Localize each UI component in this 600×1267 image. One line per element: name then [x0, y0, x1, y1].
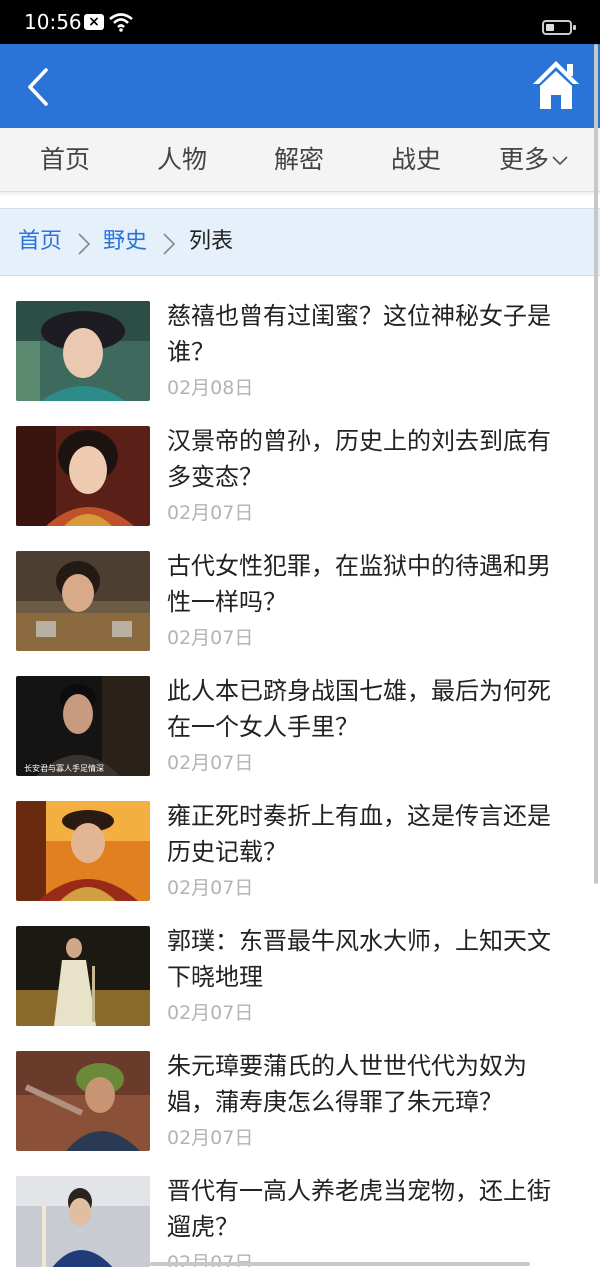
article-thumbnail — [16, 301, 150, 401]
article-title: 此人本已跻身战国七雄，最后为何死在一个女人手里？ — [167, 677, 551, 741]
list-item[interactable]: 朱元璋要蒲氏的人世世代代为奴为娼，蒲寿庚怎么得罪了朱元璋？ 02月07日 — [0, 1026, 600, 1151]
article-title: 古代女性犯罪，在监狱中的待遇和男性一样吗？ — [167, 552, 551, 616]
breadcrumb-home[interactable]: 首页 — [18, 226, 62, 258]
list-item[interactable]: 长安君与寡人手足情深 此人本已跻身战国七雄，最后为何死在一个女人手里？ 02月0… — [0, 651, 600, 776]
article-thumbnail — [16, 801, 150, 901]
home-icon[interactable] — [530, 58, 582, 112]
breadcrumb: 首页 野史 列表 — [0, 208, 600, 276]
article-title: 雍正死时奏折上有血，这是传言还是历史记载？ — [167, 802, 551, 866]
article-thumbnail — [16, 551, 150, 651]
chevron-left-icon[interactable] — [22, 66, 54, 108]
tab-war-history[interactable]: 战史 — [391, 142, 441, 178]
article-thumbnail — [16, 926, 150, 1026]
article-thumbnail — [16, 426, 150, 526]
list-item[interactable]: 慈禧也曾有过闺蜜？这位神秘女子是谁？ 02月08日 — [0, 276, 600, 401]
chevron-right-icon — [78, 233, 91, 255]
article-list: 慈禧也曾有过闺蜜？这位神秘女子是谁？ 02月08日 汉景帝的曾孙，历史上的刘去到… — [0, 276, 600, 1267]
article-date: 02月07日 — [167, 1002, 254, 1024]
article-thumbnail — [16, 1051, 150, 1151]
article-title: 晋代有一高人养老虎当宠物，还上街遛虎？ — [167, 1177, 551, 1241]
chevron-down-icon — [552, 156, 568, 166]
article-title: 慈禧也曾有过闺蜜？这位神秘女子是谁？ — [167, 302, 551, 366]
article-date: 02月07日 — [167, 1127, 254, 1149]
tab-secrets[interactable]: 解密 — [274, 142, 324, 178]
horizontal-scrollbar[interactable] — [150, 1262, 530, 1266]
article-date: 02月08日 — [167, 377, 254, 399]
tab-more-label: 更多 — [499, 145, 550, 174]
nav-tabs: 首页 人物 解密 战史 更多 — [0, 128, 600, 192]
thumbnail-caption: 长安君与寡人手足情深 — [24, 763, 104, 773]
status-bar: 10:56 × — [0, 0, 600, 44]
article-title: 郭璞：东晋最牛风水大师，上知天文下晓地理 — [167, 927, 551, 991]
list-item[interactable]: 汉景帝的曾孙，历史上的刘去到底有多变态？ 02月07日 — [0, 401, 600, 526]
x-box-icon: × — [84, 14, 104, 30]
article-date: 02月07日 — [167, 502, 254, 524]
breadcrumb-unofficial-history[interactable]: 野史 — [103, 226, 147, 258]
article-date: 02月07日 — [167, 877, 254, 899]
vertical-scrollbar[interactable] — [592, 44, 600, 884]
wifi-icon — [109, 13, 133, 32]
article-title: 汉景帝的曾孙，历史上的刘去到底有多变态？ — [167, 427, 551, 491]
article-date: 02月07日 — [167, 752, 254, 774]
tab-home[interactable]: 首页 — [40, 142, 90, 178]
article-title: 朱元璋要蒲氏的人世世代代为奴为娼，蒲寿庚怎么得罪了朱元璋？ — [167, 1052, 527, 1116]
battery-icon — [542, 20, 576, 35]
app-header — [0, 44, 600, 128]
status-time: 10:56 — [24, 10, 82, 34]
chevron-right-icon — [163, 233, 176, 255]
article-thumbnail — [16, 1176, 150, 1267]
tab-more[interactable]: 更多 — [499, 142, 569, 178]
list-item[interactable]: 古代女性犯罪，在监狱中的待遇和男性一样吗？ 02月07日 — [0, 526, 600, 651]
list-item[interactable]: 郭璞：东晋最牛风水大师，上知天文下晓地理 02月07日 — [0, 901, 600, 1026]
list-item[interactable]: 雍正死时奏折上有血，这是传言还是历史记载？ 02月07日 — [0, 776, 600, 901]
tab-people[interactable]: 人物 — [157, 142, 207, 178]
breadcrumb-current: 列表 — [189, 229, 234, 254]
article-date: 02月07日 — [167, 627, 254, 649]
list-item[interactable]: 晋代有一高人养老虎当宠物，还上街遛虎？ 02月07日 — [0, 1151, 600, 1267]
article-thumbnail: 长安君与寡人手足情深 — [16, 676, 150, 776]
